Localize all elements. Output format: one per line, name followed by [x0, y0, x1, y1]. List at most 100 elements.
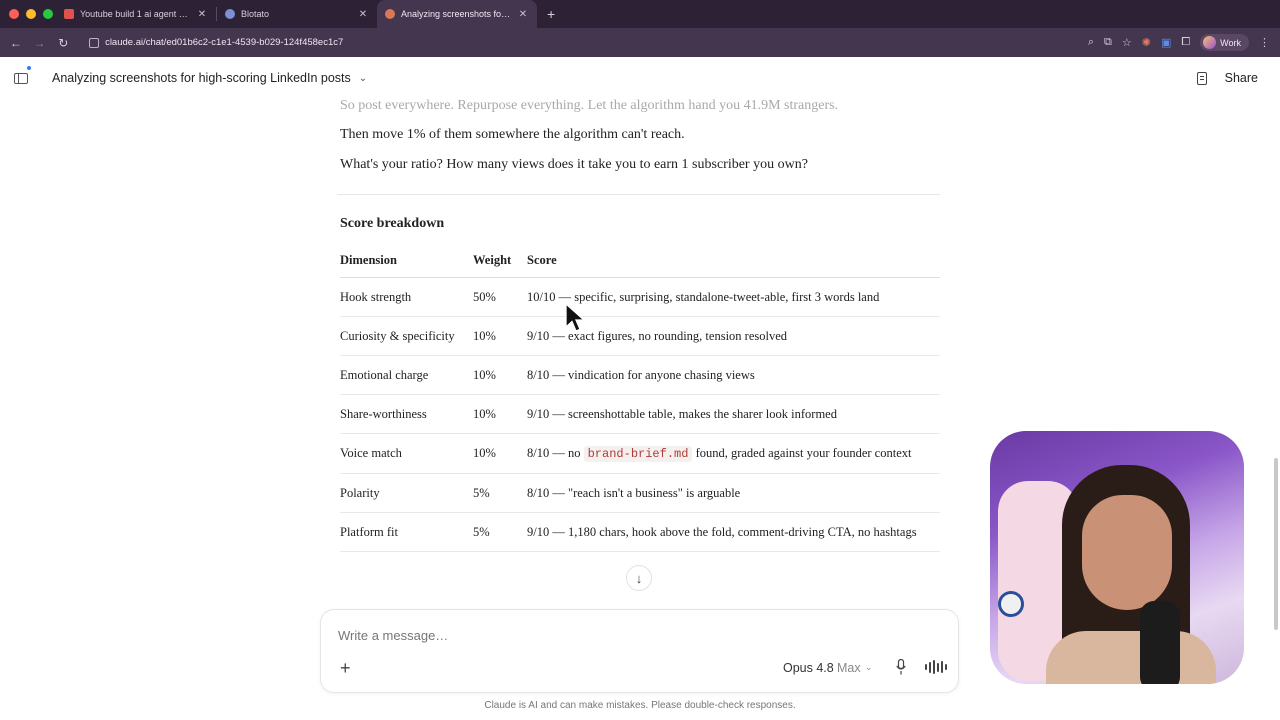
weight-cell: 10% — [473, 355, 527, 395]
mode-selector[interactable]: Max — [837, 661, 861, 675]
new-tab-button[interactable]: + — [537, 6, 565, 22]
microphone-icon[interactable] — [896, 659, 906, 675]
install-app-icon[interactable]: ⧉ — [1104, 36, 1112, 49]
dimension-cell: Share-worthiness — [340, 394, 473, 434]
zoom-icon[interactable]: ⌕ — [1088, 36, 1094, 49]
message-composer: Write a message… + Opus 4.8 Max ⌄ — [320, 609, 959, 693]
reload-icon[interactable]: ↻ — [51, 36, 75, 50]
weight-cell: 50% — [473, 277, 527, 317]
voice-mode-icon[interactable] — [925, 660, 947, 674]
mouse-cursor-icon — [565, 303, 585, 332]
browser-toolbar: ← → ↻ claude.ai/chat/ed01b6c2-c1e1-4539-… — [0, 28, 1280, 57]
scroll-to-bottom-button[interactable]: ↓ — [626, 565, 652, 591]
chair-badge-icon — [998, 591, 1024, 617]
add-attachment-icon[interactable]: + — [340, 658, 351, 679]
table-row: Polarity 5% 8/10 — "reach isn't a busine… — [340, 473, 940, 513]
score-cell: 8/10 — no brand-brief.md found, graded a… — [527, 433, 940, 474]
score-cell: 10/10 — specific, surprising, standalone… — [527, 277, 940, 317]
claude-favicon-icon — [385, 9, 395, 19]
notification-dot — [27, 66, 31, 70]
score-text: 8/10 — no — [527, 445, 584, 460]
column-header-score: Score — [527, 251, 940, 278]
message-paragraph: So post everywhere. Repurpose everything… — [340, 98, 839, 113]
close-window-button[interactable] — [9, 9, 19, 19]
claude-extension-icon[interactable]: ✺ — [1142, 36, 1151, 49]
table-row: Share-worthiness 10% 9/10 — screenshotta… — [340, 394, 940, 434]
weight-cell: 10% — [473, 394, 527, 434]
chat-title[interactable]: Analyzing screenshots for high-scoring L… — [52, 71, 351, 85]
back-arrow-icon[interactable]: ← — [4, 36, 28, 50]
tab-label: Analyzing screenshots for hig... — [401, 9, 513, 19]
chat-header: Analyzing screenshots for high-scoring L… — [0, 57, 1280, 99]
browser-tab-strip: Youtube build 1 ai agent m... ✕ Blotato … — [0, 0, 1280, 28]
message-paragraph: Then move 1% of them somewhere the algor… — [340, 127, 685, 142]
tab-close-icon[interactable]: ✕ — [357, 9, 369, 20]
address-bar[interactable]: claude.ai/chat/ed01b6c2-c1e1-4539-b029-1… — [81, 32, 1088, 54]
score-text: found, graded against your founder conte… — [692, 445, 912, 460]
site-info-icon[interactable] — [89, 37, 100, 48]
section-heading: Score breakdown — [340, 216, 445, 231]
avatar — [1203, 36, 1217, 49]
dimension-cell: Polarity — [340, 473, 473, 513]
tab-close-icon[interactable]: ✕ — [196, 9, 208, 20]
browser-tab-claude[interactable]: Analyzing screenshots for hig... ✕ — [377, 0, 537, 28]
column-header-weight: Weight — [473, 251, 527, 278]
artifact-document-icon[interactable] — [1196, 71, 1207, 85]
browser-menu-icon[interactable]: ⋮ — [1259, 36, 1270, 49]
url-text: claude.ai/chat/ed01b6c2-c1e1-4539-b029-1… — [105, 37, 344, 48]
chevron-down-icon[interactable]: ⌄ — [865, 662, 873, 673]
forward-arrow-icon[interactable]: → — [28, 36, 52, 50]
tab-close-icon[interactable]: ✕ — [517, 9, 529, 20]
table-header-row: Dimension Weight Score — [340, 251, 940, 278]
score-cell: 9/10 — 1,180 chars, hook above the fold,… — [527, 512, 940, 552]
weight-cell: 5% — [473, 512, 527, 552]
presenter-face — [1082, 495, 1172, 610]
window-controls — [0, 9, 56, 19]
score-cell: 9/10 — exact figures, no rounding, tensi… — [527, 316, 940, 356]
message-input[interactable]: Write a message… — [338, 628, 448, 643]
dimension-cell: Voice match — [340, 433, 473, 474]
toolbar-actions: ⌕ ⧉ ☆ ✺ ▣ ⧠ Work ⋮ — [1088, 34, 1280, 51]
blotato-favicon-icon — [225, 9, 235, 19]
dimension-cell: Emotional charge — [340, 355, 473, 395]
arrow-down-icon: ↓ — [635, 570, 643, 586]
weight-cell: 10% — [473, 316, 527, 356]
dimension-cell: Platform fit — [340, 512, 473, 552]
webcam-overlay — [990, 431, 1244, 684]
column-header-dimension: Dimension — [340, 251, 473, 278]
table-row: Platform fit 5% 9/10 — 1,180 chars, hook… — [340, 512, 940, 552]
score-cell: 8/10 — vindication for anyone chasing vi… — [527, 355, 940, 395]
share-button[interactable]: Share — [1225, 71, 1258, 85]
tab-label: Youtube build 1 ai agent m... — [80, 9, 192, 19]
page-scrollbar[interactable] — [1274, 458, 1278, 630]
podcast-microphone — [1140, 601, 1180, 684]
table-row: Emotional charge 10% 8/10 — vindication … — [340, 355, 940, 395]
browser-tab-blotato[interactable]: Blotato ✕ — [217, 0, 377, 28]
tab-label: Blotato — [241, 9, 270, 19]
table-row: Voice match 10% 8/10 — no brand-brief.md… — [340, 433, 940, 474]
section-divider — [337, 194, 940, 195]
dimension-cell: Curiosity & specificity — [340, 316, 473, 356]
inline-code: brand-brief.md — [583, 445, 693, 462]
table-row: Hook strength 50% 10/10 — specific, surp… — [340, 277, 940, 317]
model-selector[interactable]: Opus 4.8 — [783, 661, 834, 675]
youtube-favicon-icon — [64, 9, 74, 19]
score-cell: 8/10 — "reach isn't a business" is argua… — [527, 473, 940, 513]
chevron-down-icon[interactable]: ⌄ — [359, 73, 367, 84]
message-paragraph: What's your ratio? How many views does i… — [340, 157, 808, 172]
maximize-window-button[interactable] — [43, 9, 53, 19]
dimension-cell: Hook strength — [340, 277, 473, 317]
score-cell: 9/10 — screenshottable table, makes the … — [527, 394, 940, 434]
table-row: Curiosity & specificity 10% 9/10 — exact… — [340, 316, 940, 356]
minimize-window-button[interactable] — [26, 9, 36, 19]
profile-button[interactable]: Work — [1200, 34, 1249, 51]
profile-label: Work — [1220, 37, 1241, 48]
bookmark-star-icon[interactable]: ☆ — [1122, 36, 1132, 49]
browser-tab-youtube[interactable]: Youtube build 1 ai agent m... ✕ — [56, 0, 216, 28]
weight-cell: 5% — [473, 473, 527, 513]
weight-cell: 10% — [473, 433, 527, 474]
translate-extension-icon[interactable]: ▣ — [1161, 36, 1171, 49]
sidebar-toggle-icon[interactable] — [14, 72, 28, 84]
disclaimer-text: Claude is AI and can make mistakes. Plea… — [484, 700, 796, 711]
extensions-puzzle-icon[interactable]: ⧠ — [1181, 36, 1190, 49]
